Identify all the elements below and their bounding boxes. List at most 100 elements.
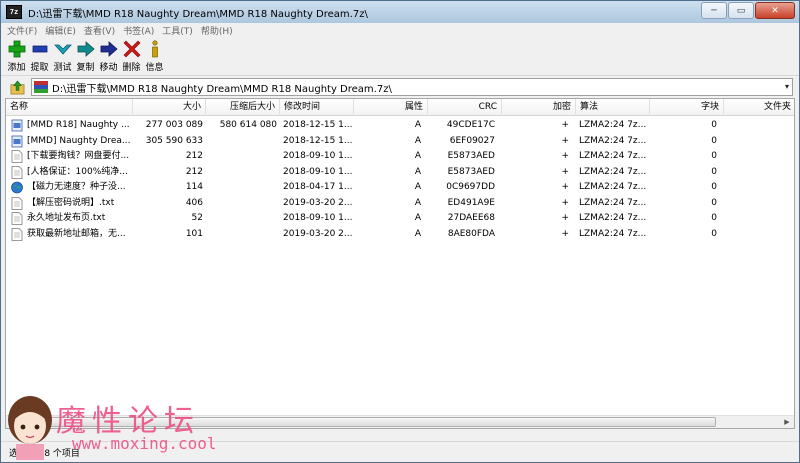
cell-encrypted: + (561, 197, 569, 208)
list-header: 名称 大小 压缩后大小 修改时间 属性 CRC 加密 算法 字块 文件夹 (6, 99, 794, 116)
status-bar: 选定 0 / 8 个项目 (1, 441, 799, 462)
cell-attr: A (414, 166, 421, 177)
column-header-modified[interactable]: 修改时间 (280, 99, 354, 116)
cell-name: [MMD] Naughty Drea... (27, 135, 131, 146)
window-title: D:\迅雷下载\MMD R18 Naughty Dream\MMD R18 Na… (28, 8, 368, 20)
cell-attr: A (414, 135, 421, 146)
horizontal-scrollbar[interactable]: ◀ ▶ (6, 415, 794, 428)
add-button[interactable]: 添加 (5, 38, 28, 74)
table-row[interactable]: 【磁力无速度？种子没... 114 2018-04-17 1... A 0C9697DD… (6, 180, 794, 195)
extract-label: 提取 (30, 63, 49, 73)
cell-name: [MMD R18] Naughty ... (27, 120, 130, 130)
info-icon (151, 40, 158, 58)
cell-attr: A (414, 120, 421, 130)
cell-encrypted: + (561, 135, 569, 146)
menu-edit[interactable]: 编辑(E) (45, 24, 76, 37)
cell-packed (206, 149, 280, 164)
test-button[interactable]: 测试 (51, 38, 74, 74)
column-header-name[interactable]: 名称 (6, 99, 133, 116)
column-header-method[interactable]: 算法 (576, 99, 650, 116)
menu-help[interactable]: 帮助(H) (201, 24, 233, 37)
table-row[interactable]: [人格保证：100%纯净... 212 2018-09-10 1... A E5873A… (6, 165, 794, 180)
table-row[interactable]: [下载要掏钱？网盘要付... 212 2018-09-10 1... A E5873AE… (6, 149, 794, 164)
7zip-app-icon: 7z (6, 5, 22, 19)
file-list[interactable]: 名称 大小 压缩后大小 修改时间 属性 CRC 加密 算法 字块 文件夹 [MM… (5, 98, 795, 429)
move-label: 移动 (99, 63, 118, 73)
column-header-crc[interactable]: CRC (428, 99, 502, 116)
menu-bar: 文件(F) 编辑(E) 查看(V) 书签(A) 工具(T) 帮助(H) (1, 23, 799, 37)
chevron-down-icon[interactable]: ▾ (785, 82, 789, 91)
column-header-encrypted[interactable]: 加密 (502, 99, 576, 116)
cell-crc: 8AE80FDA (447, 228, 495, 239)
cell-size: 212 (185, 151, 203, 161)
cell-block: 0 (711, 228, 717, 239)
maximize-button[interactable]: ▭ (728, 2, 754, 19)
column-header-attributes[interactable]: 属性 (354, 99, 428, 116)
move-button[interactable]: 移动 (97, 38, 120, 74)
table-row[interactable]: [MMD R18] Naughty ... 277 003 089 580 614 … (6, 118, 794, 133)
menu-view[interactable]: 查看(V) (84, 24, 115, 37)
cell-block: 0 (711, 197, 717, 208)
menu-file[interactable]: 文件(F) (7, 24, 37, 37)
cell-attr: A (414, 197, 421, 208)
video-file-icon (11, 135, 23, 147)
scroll-right-arrow-icon[interactable]: ▶ (780, 416, 794, 428)
test-label: 测试 (53, 63, 72, 73)
cell-encrypted: + (561, 182, 569, 192)
title-bar[interactable]: 7z D:\迅雷下载\MMD R18 Naughty Dream\MMD R18… (1, 1, 799, 23)
add-label: 添加 (7, 63, 26, 73)
cell-crc: E5873AED (447, 151, 495, 161)
cell-crc: 0C9697DD (446, 182, 495, 192)
cell-name: 【解压密码说明】.txt (27, 197, 115, 208)
cell-crc: 27DAEE68 (447, 213, 495, 223)
text-file-icon (11, 150, 23, 163)
cell-attr: A (414, 228, 421, 239)
minus-icon (32, 45, 47, 53)
table-row[interactable]: [MMD] Naughty Drea... 305 590 633 2018-12-… (6, 134, 794, 149)
close-button[interactable]: ✕ (755, 2, 795, 19)
archive-icon (34, 81, 48, 93)
path-combobox[interactable]: D:\迅雷下载\MMD R18 Naughty Dream\MMD R18 Na… (31, 78, 793, 96)
cell-modified: 2019-03-20 2... (283, 228, 353, 239)
cell-packed (206, 196, 280, 211)
cell-method: LZMA2:24 7z... (579, 120, 647, 130)
column-header-folders[interactable]: 文件夹 (724, 99, 794, 116)
column-header-packed-size[interactable]: 压缩后大小 (206, 99, 280, 116)
delete-button[interactable]: 删除 (120, 38, 143, 74)
cell-size: 52 (191, 213, 203, 223)
cell-name: 【磁力无速度？种子没... (27, 182, 126, 192)
copy-button[interactable]: 复制 (74, 38, 97, 74)
menu-tools[interactable]: 工具(T) (162, 24, 193, 37)
up-folder-button[interactable] (9, 79, 25, 95)
address-bar: D:\迅雷下载\MMD R18 Naughty Dream\MMD R18 Na… (1, 77, 799, 97)
table-row[interactable]: 【解压密码说明】.txt 406 2019-03-20 2... A ED491A9E +… (6, 196, 794, 211)
minimize-button[interactable]: ─ (701, 2, 727, 19)
cell-encrypted: + (561, 166, 569, 177)
cell-method: LZMA2:24 7z... (579, 135, 647, 146)
cell-method: LZMA2:24 7z... (579, 166, 647, 177)
checkmark-icon (53, 44, 72, 55)
cell-modified: 2018-09-10 1... (283, 151, 353, 161)
table-row[interactable]: 获取最新地址邮箱，无... 101 2019-03-20 2... A 8AE80FDA… (6, 227, 794, 242)
cell-block: 0 (711, 135, 717, 146)
column-header-size[interactable]: 大小 (133, 99, 206, 116)
column-header-block[interactable]: 字块 (650, 99, 724, 116)
menu-bookmarks[interactable]: 书签(A) (123, 24, 154, 37)
cell-size: 406 (185, 197, 203, 208)
extract-button[interactable]: 提取 (28, 38, 51, 74)
cell-packed (206, 165, 280, 180)
info-button[interactable]: 信息 (143, 38, 166, 74)
scrollbar-thumb[interactable] (21, 417, 716, 427)
table-row[interactable]: 永久地址发布页.txt 52 2018-09-10 1... A 27DAEE68 + LZ… (6, 211, 794, 226)
cell-encrypted: + (561, 151, 569, 161)
toolbar: 添加 提取 测试 复制 移动 删除 信息 (1, 38, 799, 76)
scroll-left-arrow-icon[interactable]: ◀ (6, 416, 20, 428)
cell-attr: A (414, 151, 421, 161)
cell-name: 永久地址发布页.txt (27, 213, 106, 223)
cell-encrypted: + (561, 228, 569, 239)
copy-arrow-icon (77, 41, 95, 57)
cell-packed (206, 134, 280, 149)
cell-attr: A (414, 182, 421, 192)
info-label: 信息 (145, 63, 164, 73)
cell-size: 212 (185, 166, 203, 177)
